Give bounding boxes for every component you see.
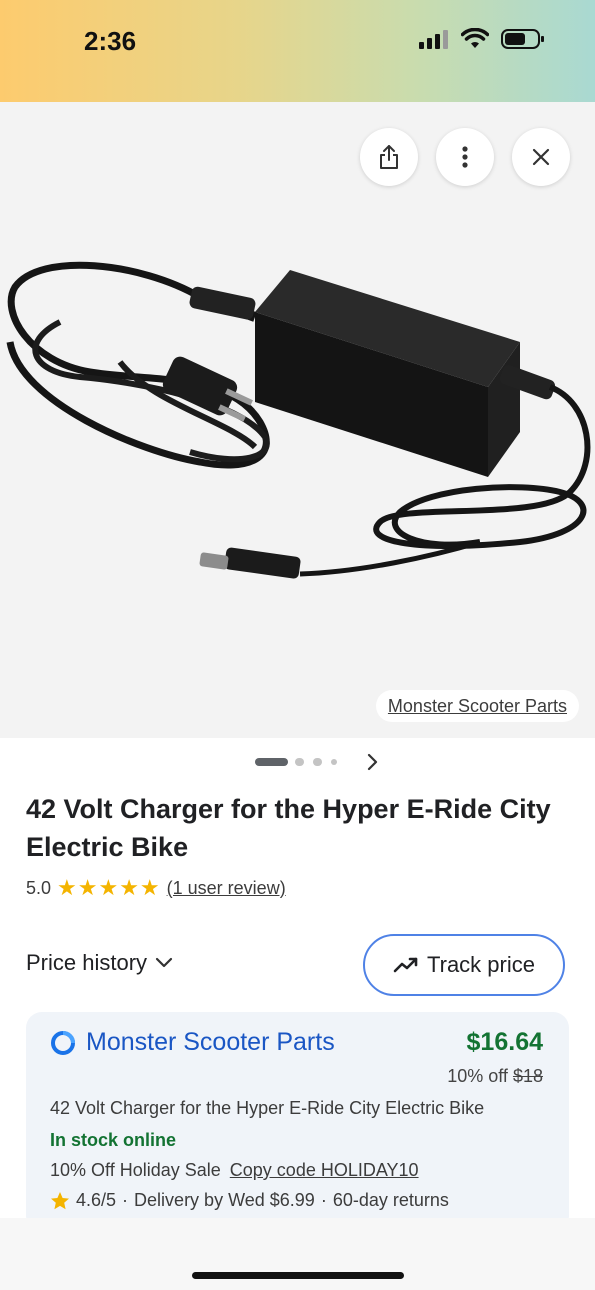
- promo-row: 10% Off Holiday Sale Copy code HOLIDAY10: [50, 1160, 419, 1181]
- returns-info: 60-day returns: [332, 1190, 449, 1210]
- separator-dot: ·: [320, 1190, 327, 1210]
- price-history-label: Price history: [26, 950, 148, 975]
- offer-price: $16.64: [466, 1028, 543, 1056]
- store-rating: 4.6/5: [76, 1190, 117, 1210]
- delivery-info: Delivery by Wed $6.99: [134, 1190, 315, 1210]
- battery-icon: [501, 29, 544, 49]
- track-price-label: Track price: [427, 952, 535, 977]
- stock-status: In stock online: [50, 1130, 177, 1150]
- close-button[interactable]: [512, 128, 570, 186]
- rating-row: 5.0 ★★★★★ (1 user review): [26, 875, 286, 901]
- reviews-link[interactable]: (1 user review): [167, 878, 286, 899]
- track-price-button[interactable]: Track price: [363, 934, 565, 996]
- original-price: $18: [512, 1066, 543, 1086]
- trending-icon: [393, 957, 418, 973]
- product-image: [6, 261, 591, 579]
- price-history-toggle[interactable]: Price history: [26, 950, 173, 976]
- more-options-button[interactable]: [436, 128, 494, 186]
- product-image-area[interactable]: Monster Scooter Parts: [0, 102, 595, 738]
- promo-text: 10% Off Holiday Sale: [50, 1160, 221, 1180]
- share-button[interactable]: [360, 128, 418, 186]
- status-icons: [419, 28, 545, 50]
- close-icon: [532, 148, 550, 166]
- wifi-icon: [461, 28, 489, 48]
- carousel-dot[interactable]: [331, 759, 337, 765]
- carousel-dot[interactable]: [295, 758, 304, 766]
- share-icon: [380, 145, 398, 169]
- bottom-bar: [0, 1218, 595, 1290]
- signal-icon: [419, 30, 448, 49]
- home-indicator[interactable]: [192, 1272, 404, 1279]
- star-rating-icon: ★★★★★: [57, 875, 161, 900]
- seller-offer-card[interactable]: Monster Scooter Parts $16.64 10% off $18…: [26, 1012, 569, 1232]
- star-icon: [51, 1191, 69, 1209]
- image-source-link[interactable]: Monster Scooter Parts: [375, 690, 579, 722]
- image-carousel-indicator: [0, 748, 595, 776]
- separator-dot: ·: [122, 1190, 129, 1210]
- carousel-dot[interactable]: [313, 758, 322, 766]
- seller-logo-icon: [51, 1030, 75, 1055]
- product-title: 42 Volt Charger for the Hyper E-Ride Cit…: [26, 794, 551, 862]
- seller-name[interactable]: Monster Scooter Parts: [86, 1028, 335, 1057]
- status-bar: 2:36: [0, 0, 595, 102]
- carousel-dot-active[interactable]: [255, 758, 288, 766]
- chevron-down-icon: [155, 957, 173, 968]
- offer-meta: 4.6/5 · Delivery by Wed $6.99 · 60-day r…: [50, 1190, 449, 1211]
- more-vert-icon: [462, 146, 468, 168]
- discount-text: 10% off: [447, 1066, 508, 1086]
- seller-row[interactable]: Monster Scooter Parts: [50, 1028, 335, 1057]
- copy-code-link[interactable]: Copy code HOLIDAY10: [230, 1160, 419, 1180]
- status-time: 2:36: [84, 26, 137, 56]
- rating-value: 5.0: [26, 877, 52, 898]
- offer-product-title: 42 Volt Charger for the Hyper E-Ride Cit…: [50, 1098, 485, 1118]
- chevron-right-icon[interactable]: [365, 753, 379, 771]
- discount-info: 10% off $18: [447, 1066, 543, 1087]
